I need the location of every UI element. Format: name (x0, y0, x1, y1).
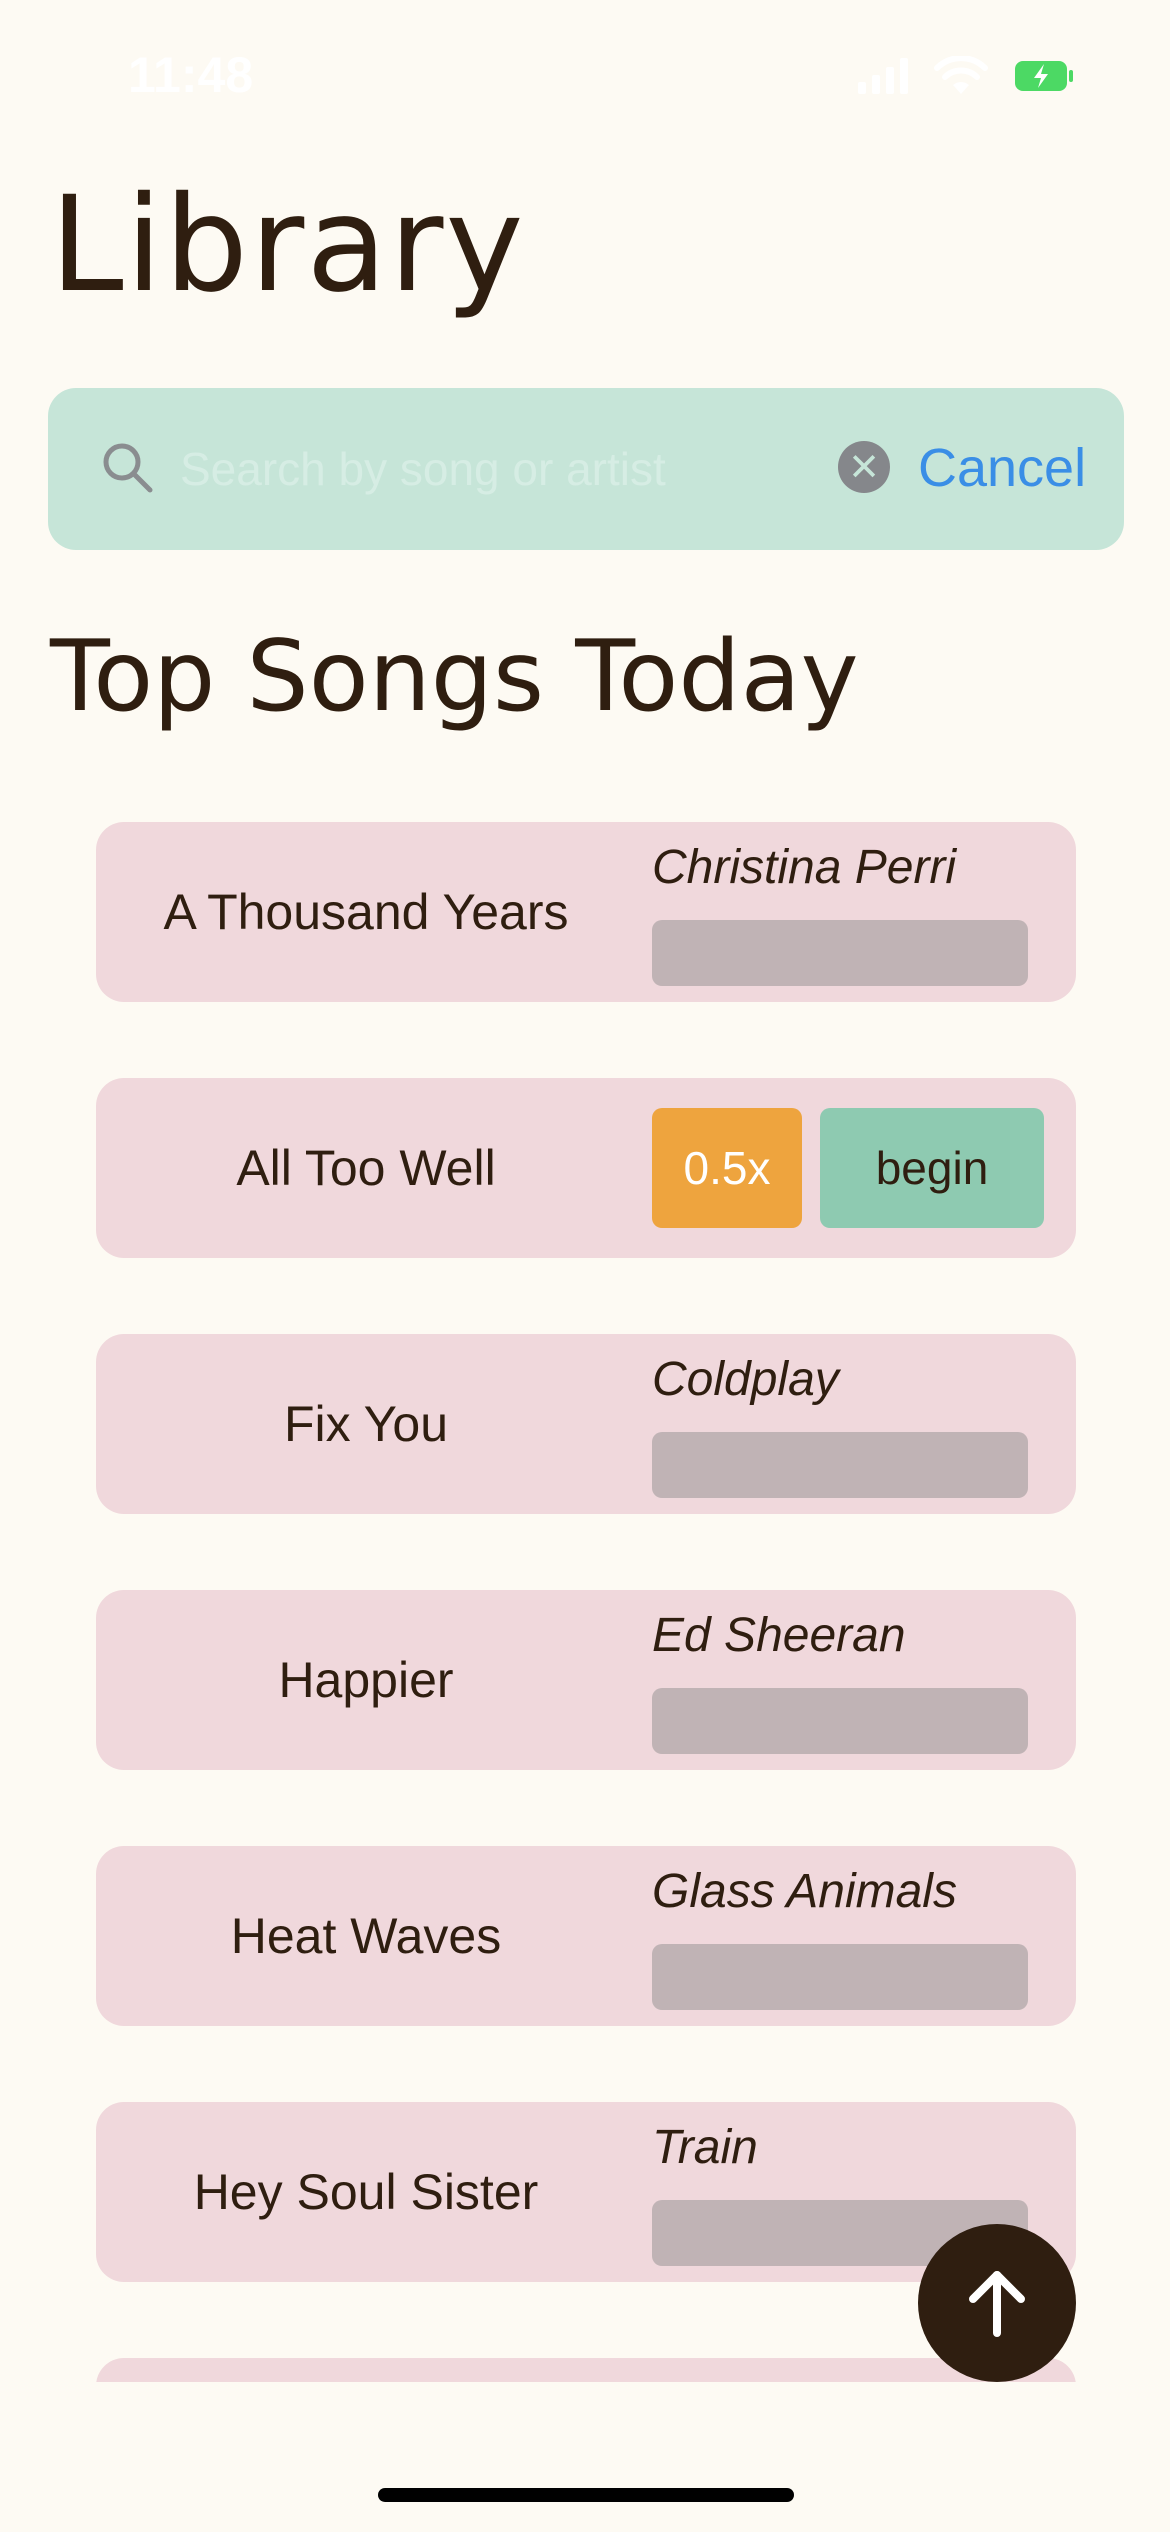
song-title: All Too Well (236, 1140, 496, 1196)
song-title: Hey Soul Sister (193, 2164, 539, 2220)
song-title: Fix You (283, 1396, 448, 1452)
song-artist: Christina Perri (652, 841, 957, 894)
song-progress-bar (652, 920, 1028, 986)
song-progress-bar (652, 1688, 1028, 1754)
search-bar[interactable]: ✕ Cancel (48, 388, 1124, 550)
song-card[interactable]: A Thousand Years Christina Perri (96, 822, 1076, 1002)
song-card[interactable]: Fix You Coldplay (96, 1334, 1076, 1514)
song-card[interactable]: Heat Waves Glass Animals (96, 1846, 1076, 2026)
song-artist: Ed Sheeran (652, 1609, 906, 1662)
search-icon (103, 443, 153, 493)
page-title: Library (50, 168, 526, 322)
scroll-to-top-button[interactable] (918, 2224, 1076, 2382)
song-card[interactable]: Hey Soul Sister Train (96, 2102, 1076, 2282)
begin-button[interactable]: begin (820, 1108, 1044, 1228)
cellular-signal-icon (858, 58, 908, 94)
song-list[interactable]: A Thousand Years Christina Perri All Too… (96, 822, 1076, 2382)
song-title: Heat Waves (230, 1908, 502, 1964)
song-card[interactable]: Happier Ed Sheeran (96, 1590, 1076, 1770)
clear-icon[interactable]: ✕ (838, 441, 890, 493)
song-title: Happier (278, 1652, 454, 1708)
song-artist: Coldplay (652, 1353, 839, 1406)
song-title: A Thousand Years (163, 884, 569, 940)
home-indicator (378, 2488, 794, 2502)
song-card-expanded[interactable]: All Too Well 0.5x begin (96, 1078, 1076, 1258)
arrow-up-icon (969, 2271, 1025, 2337)
song-progress-bar (652, 1944, 1028, 2010)
song-artist: Train (652, 2121, 758, 2174)
search-input[interactable] (180, 432, 740, 506)
playback-speed-button[interactable]: 0.5x (652, 1108, 802, 1228)
song-card[interactable] (96, 2358, 1076, 2382)
cancel-button[interactable]: Cancel (918, 426, 1086, 510)
song-progress-bar (652, 1432, 1028, 1498)
status-bar: 11:48 (0, 0, 1170, 150)
battery-charging-icon (1015, 61, 1073, 91)
song-artist: Glass Animals (652, 1865, 957, 1918)
section-title: Top Songs Today (50, 620, 859, 734)
status-time: 11:48 (128, 47, 254, 103)
wifi-icon (934, 56, 988, 94)
